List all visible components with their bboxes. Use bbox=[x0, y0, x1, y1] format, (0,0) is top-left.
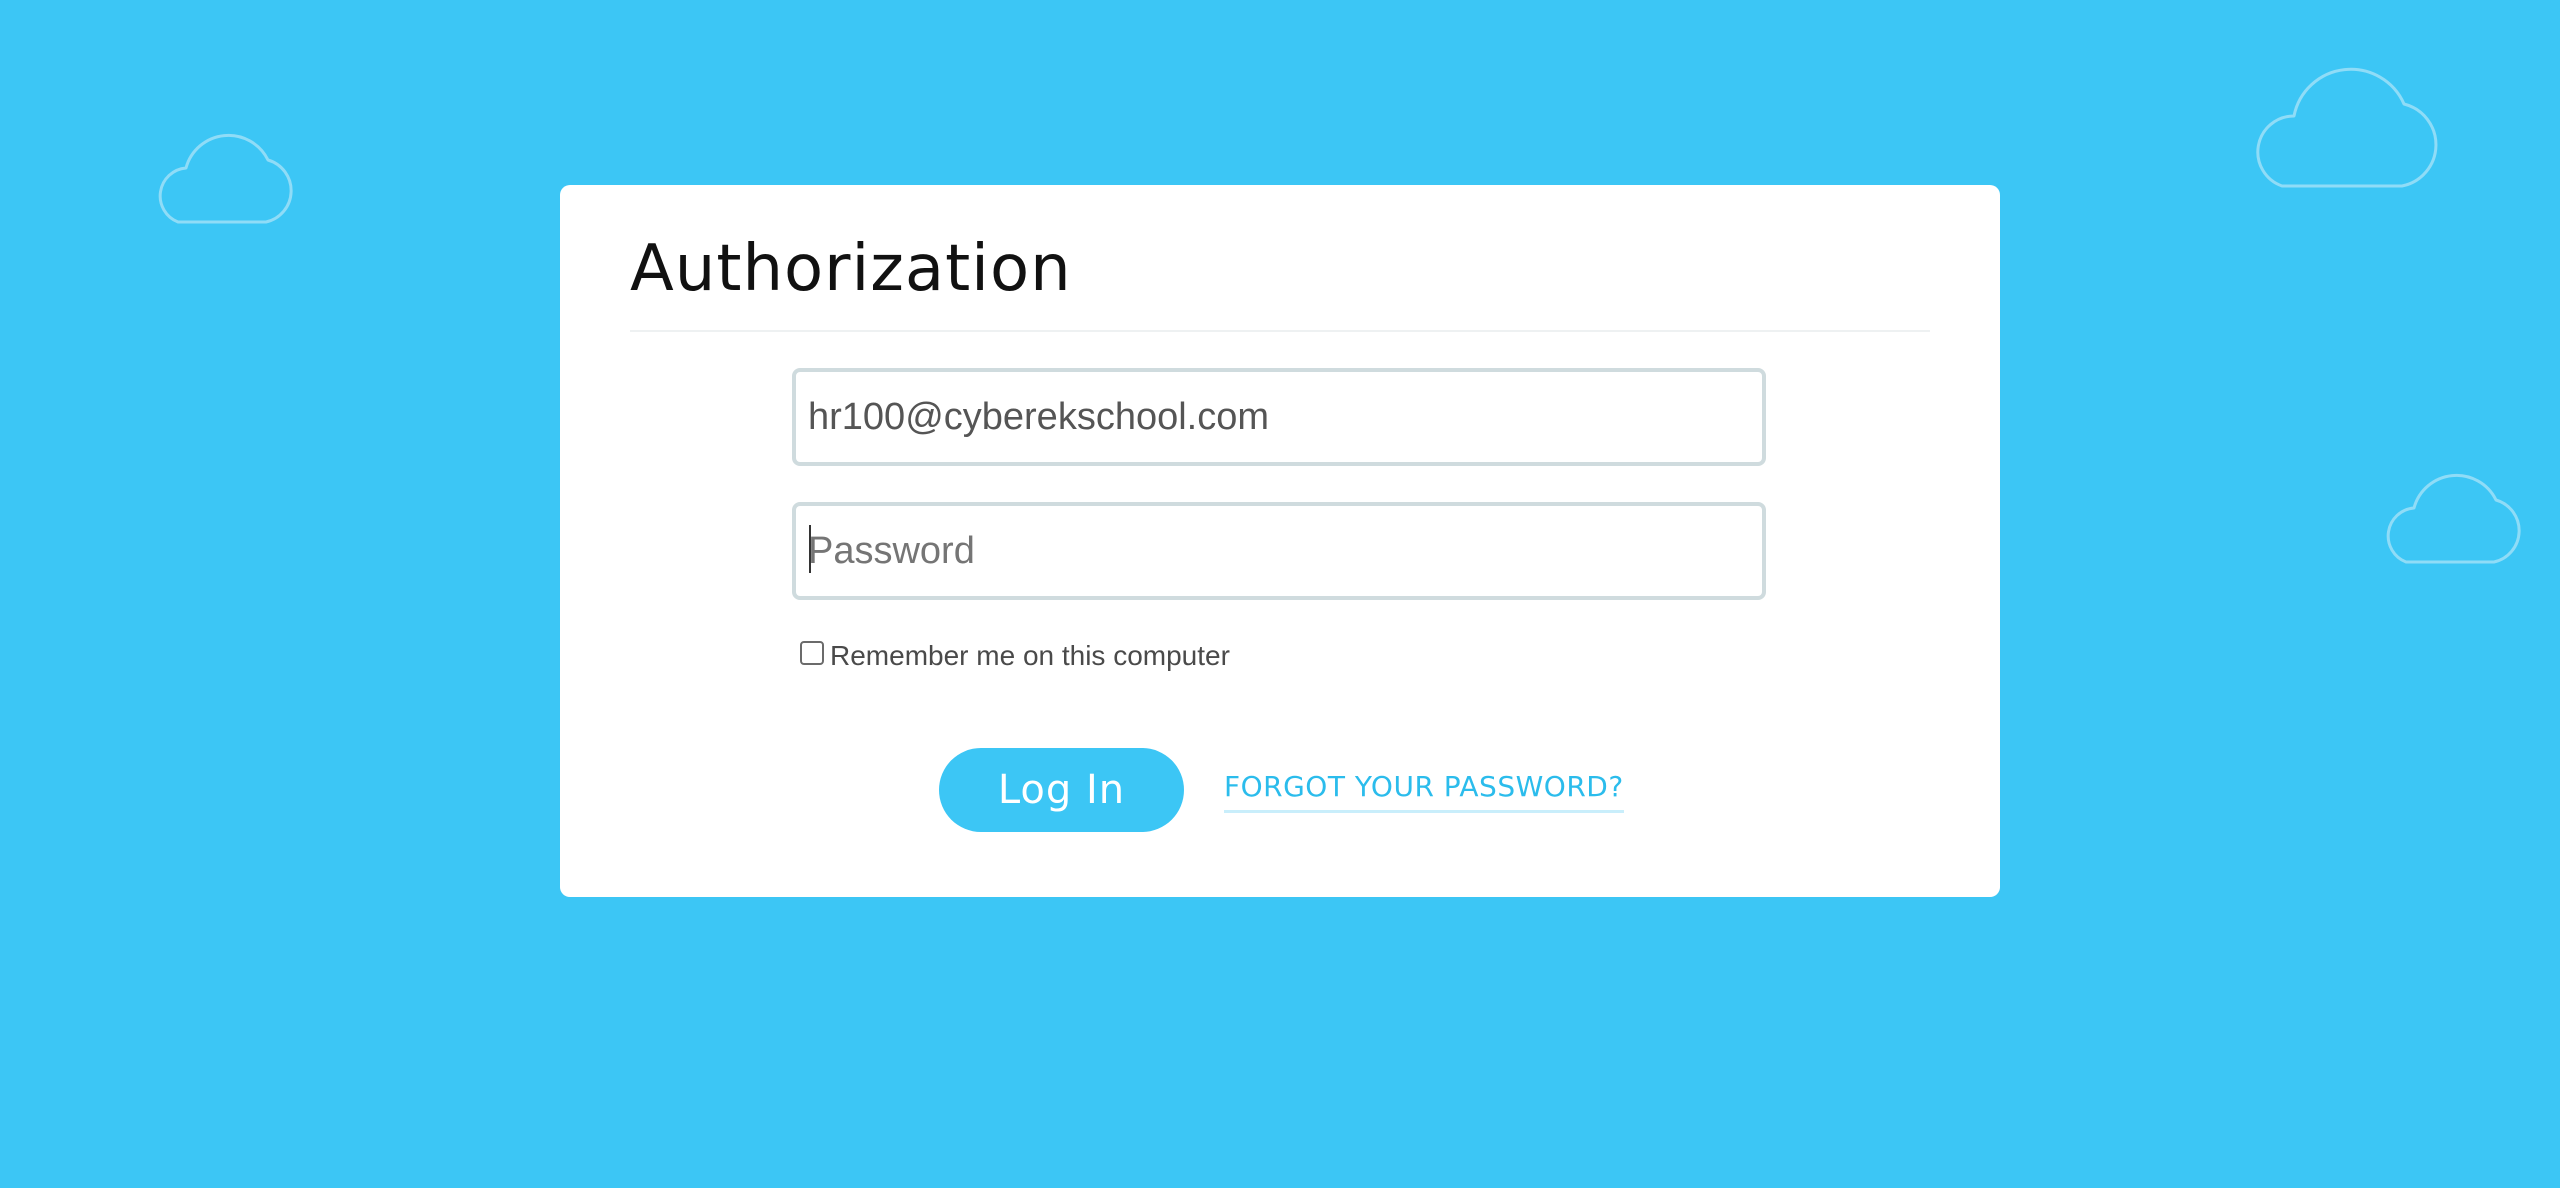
cloud-icon bbox=[2256, 67, 2438, 188]
remember-me-label: Remember me on this computer bbox=[830, 640, 1230, 671]
cloud-icon bbox=[2386, 473, 2521, 564]
cloud-icon bbox=[158, 133, 293, 224]
page-title: Authorization bbox=[630, 232, 1072, 306]
password-field[interactable] bbox=[792, 502, 1766, 600]
login-field[interactable] bbox=[792, 368, 1766, 466]
remember-me-checkbox[interactable] bbox=[800, 641, 824, 665]
login-card: Authorization Remember me on this comput… bbox=[560, 185, 2000, 897]
text-caret bbox=[809, 525, 811, 573]
forgot-password-link[interactable]: FORGOT YOUR PASSWORD? bbox=[1224, 770, 1624, 813]
title-divider bbox=[630, 330, 1930, 332]
remember-me-row[interactable]: Remember me on this computer bbox=[800, 640, 1230, 672]
login-button[interactable]: Log In bbox=[939, 748, 1184, 832]
